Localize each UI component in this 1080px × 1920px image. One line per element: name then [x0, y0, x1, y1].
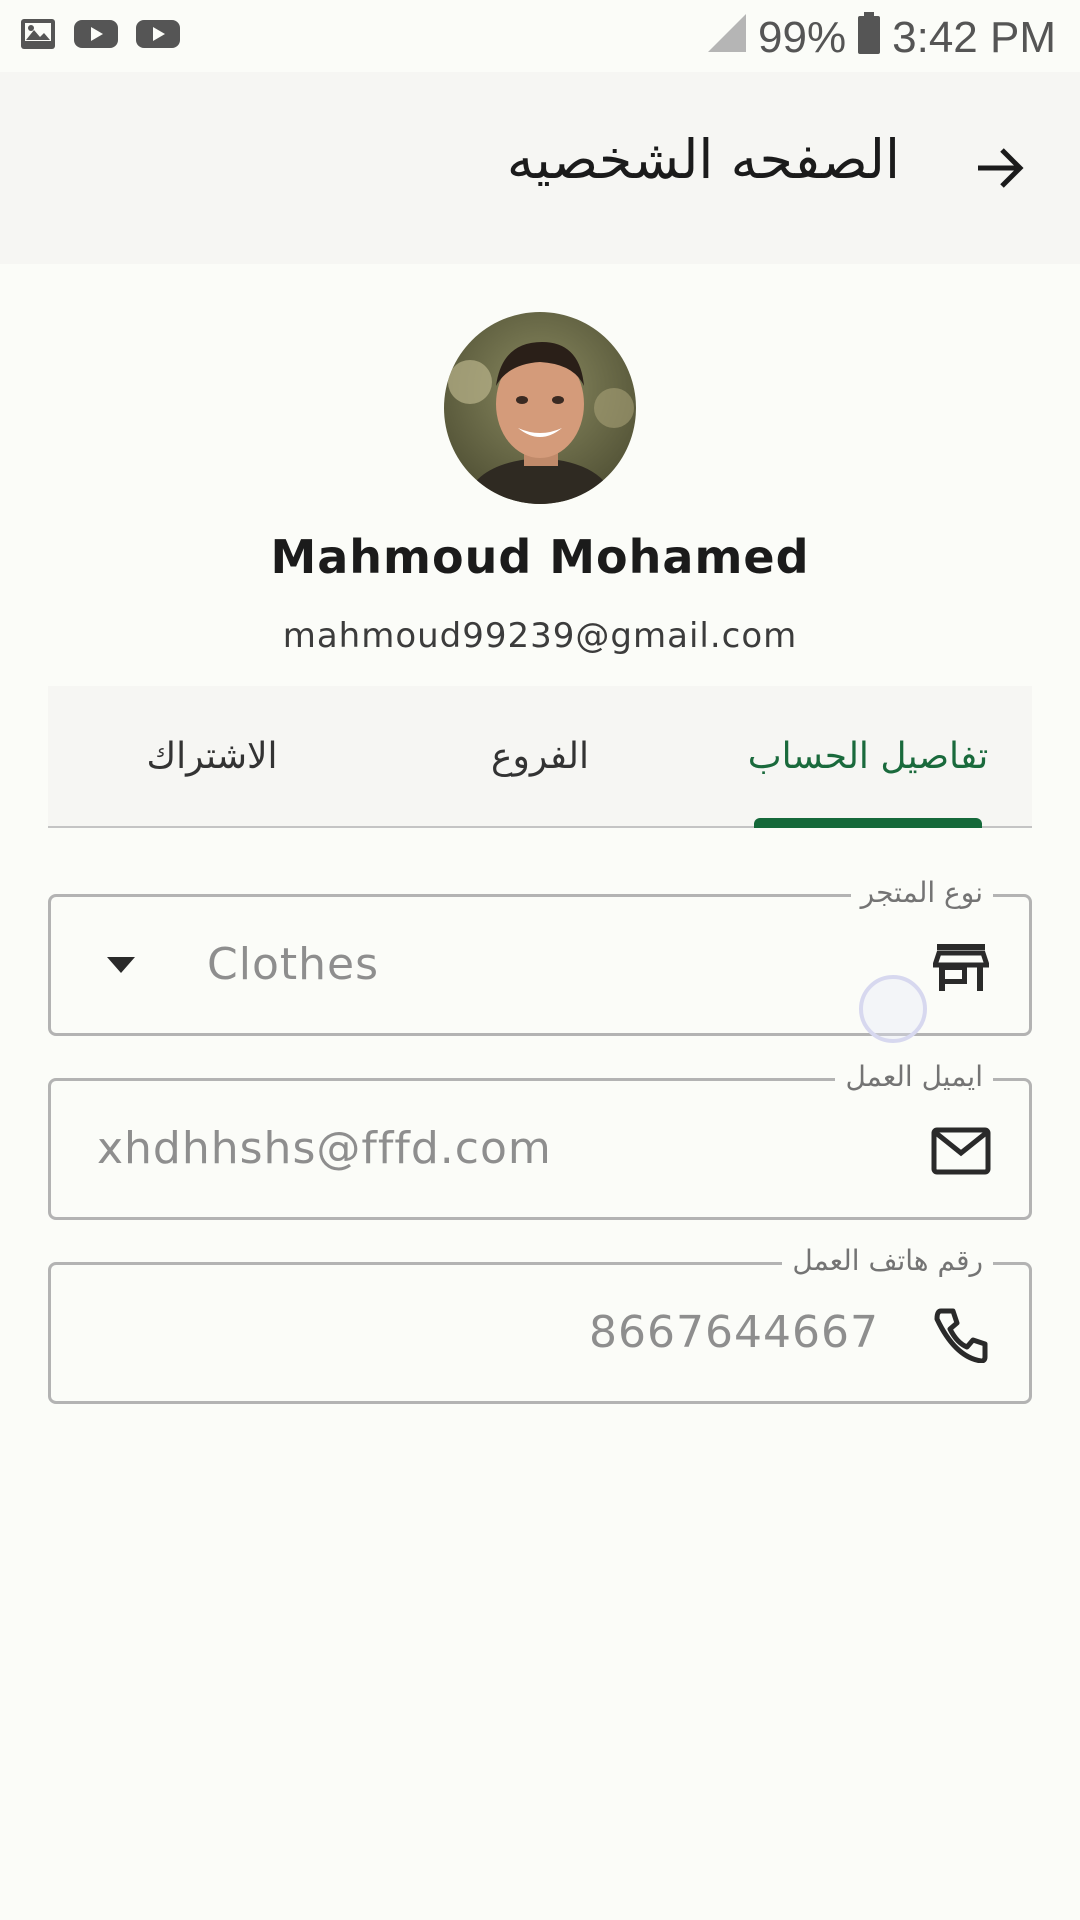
- work-phone-value: 8667644667: [589, 1307, 879, 1358]
- store-type-dropdown[interactable]: نوع المتجر Clothes: [48, 873, 1032, 1043]
- youtube-icon: [74, 18, 118, 54]
- work-phone-label: رقم هاتف العمل: [782, 1241, 993, 1281]
- mail-icon: [929, 1119, 993, 1183]
- youtube-icon: [136, 18, 180, 54]
- dropdown-arrow-icon[interactable]: [107, 957, 135, 973]
- store-icon: [929, 935, 993, 999]
- profile-email: mahmoud99239@gmail.com: [282, 616, 798, 656]
- avatar[interactable]: [444, 312, 636, 504]
- phone-icon: [929, 1303, 993, 1367]
- arrow-right-icon: [978, 148, 1024, 188]
- notification-icons: [20, 18, 180, 54]
- work-phone-field[interactable]: رقم هاتف العمل 8667644667: [48, 1241, 1032, 1404]
- work-email-value: xhdhhshs@fffd.com: [97, 1123, 552, 1174]
- battery-percent: 99%: [758, 13, 847, 62]
- tab-branches[interactable]: الفروع: [376, 686, 704, 826]
- tab-account-details[interactable]: تفاصيل الحساب: [704, 686, 1032, 826]
- work-email-field[interactable]: ايميل العمل xhdhhshs@fffd.com: [48, 1057, 1032, 1220]
- system-status: 99% 3:42 PM: [708, 8, 1056, 68]
- gallery-icon: [20, 18, 56, 54]
- signal-icon: [708, 13, 747, 63]
- app-bar: الصفحه الشخصيه: [0, 72, 1080, 264]
- store-type-label: نوع المتجر: [850, 873, 993, 913]
- page-title: الصفحه الشخصيه: [506, 128, 900, 191]
- tab-bar: تفاصيل الحساب الفروع الاشتراك: [48, 686, 1032, 828]
- status-bar: 99% 3:42 PM: [0, 0, 1080, 72]
- clock: 3:42 PM: [892, 13, 1056, 62]
- touch-ripple: [859, 975, 927, 1043]
- store-type-value: Clothes: [207, 939, 379, 990]
- tab-indicator: [754, 818, 982, 828]
- battery-icon: [858, 11, 881, 65]
- work-email-label: ايميل العمل: [835, 1057, 993, 1097]
- profile-name: Mahmoud Mohamed: [270, 530, 810, 584]
- back-button[interactable]: [960, 128, 1040, 208]
- tab-subscription[interactable]: الاشتراك: [48, 686, 376, 826]
